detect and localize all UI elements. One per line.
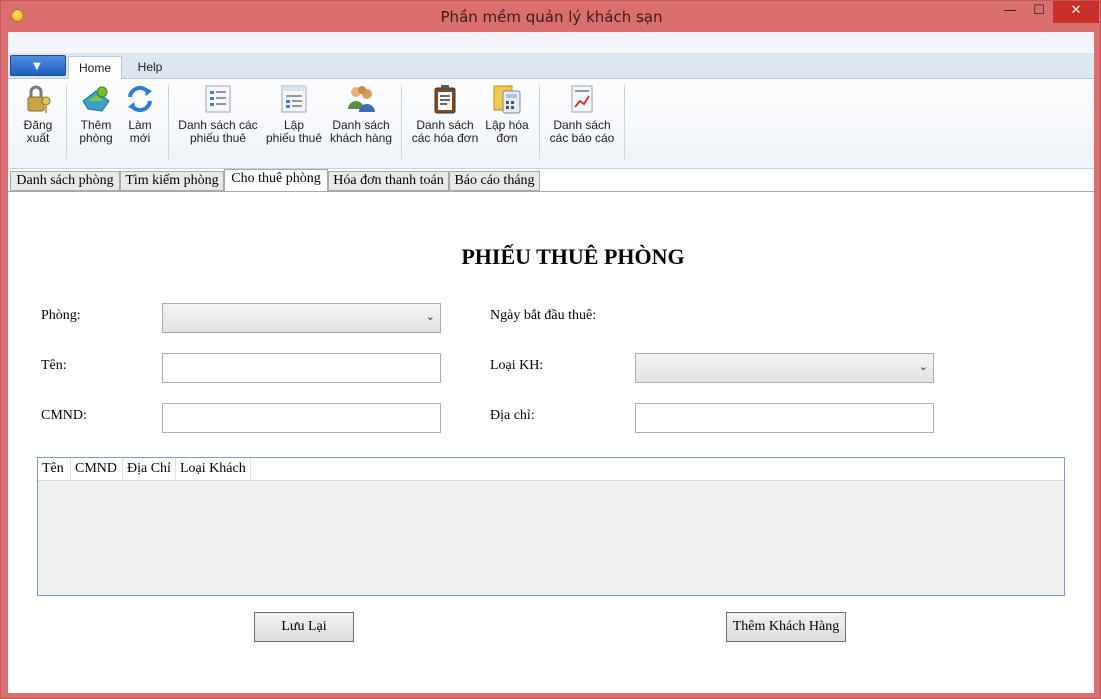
ribbon-separator <box>168 85 169 159</box>
application-menu-button[interactable]: ▼ <box>10 55 66 76</box>
start-date-label: Ngày bắt đầu thuê: <box>490 308 597 323</box>
refresh-icon <box>128 85 152 113</box>
invoice-list-label-2: các hóa đơn <box>411 131 479 145</box>
tab-room-list[interactable]: Danh sách phòng <box>10 171 120 191</box>
calculator-icon <box>493 85 521 114</box>
column-header-name[interactable]: Tên <box>38 458 71 481</box>
invoice-list-label-1: Danh sách <box>416 118 474 132</box>
ribbon-panel: Đăng xuất Thêm phòng Làm mới Danh sách c… <box>8 79 1094 169</box>
customer-list-label-2: khách hàng <box>329 131 393 145</box>
add-customer-button[interactable]: Thêm Khách Hàng <box>726 612 846 642</box>
report-list-label-1: Danh sách <box>553 118 611 132</box>
rental-form-panel: PHIẾU THUÊ PHÒNG Phòng: ⌄ Ngày bắt đầu t… <box>8 191 1094 693</box>
ribbon-tab-home[interactable]: Home <box>68 56 122 79</box>
clipboard-icon <box>434 85 456 114</box>
customer-type-label: Loại KH: <box>490 358 544 373</box>
add-room-button[interactable]: Thêm phòng <box>72 83 120 145</box>
create-invoice-label-1: Lập hóa <box>485 118 529 132</box>
room-label: Phòng: <box>41 308 81 323</box>
add-room-label-2: phòng <box>79 131 113 145</box>
maximize-button[interactable]: ☐ <box>1025 1 1053 23</box>
address-label: Địa chỉ: <box>490 408 535 423</box>
main-tab-bar: Danh sách phòng Tìm kiếm phòng Cho thuê … <box>8 169 1094 192</box>
list-icon <box>205 85 231 113</box>
report-list-button[interactable]: Danh sách các báo cáo <box>546 83 618 145</box>
customer-list-label-1: Danh sách <box>332 118 390 132</box>
name-label: Tên: <box>41 358 67 373</box>
quick-access-toolbar <box>8 32 1094 54</box>
rental-slip-list-button[interactable]: Danh sách các phiếu thuê <box>174 83 262 145</box>
refresh-button[interactable]: Làm mới <box>116 83 164 145</box>
app-window: Phần mềm quản lý khách sạn — ☐ ✕ ▼ Home … <box>0 0 1101 699</box>
rental-slip-list-label-2: phiếu thuê <box>189 131 247 145</box>
name-input[interactable] <box>162 353 441 383</box>
column-header-customer-type[interactable]: Loại Khách <box>176 458 251 481</box>
close-button[interactable]: ✕ <box>1053 1 1099 23</box>
title-bar: Phần mềm quản lý khách sạn — ☐ ✕ <box>1 1 1101 32</box>
tab-payment-invoice[interactable]: Hóa đơn thanh toán <box>328 171 449 191</box>
column-header-id[interactable]: CMND <box>71 458 123 481</box>
room-select[interactable]: ⌄ <box>162 303 441 333</box>
create-rental-slip-label-1: Lập <box>283 118 305 132</box>
address-input[interactable] <box>635 403 934 433</box>
logout-label-1: Đăng <box>23 118 53 132</box>
chevron-down-icon: ⌄ <box>425 310 435 323</box>
customer-grid[interactable]: Tên CMND Địa Chỉ Loại Khách <box>37 457 1065 596</box>
ribbon-tab-help[interactable]: Help <box>126 56 174 79</box>
refresh-label-1: Làm <box>128 118 152 132</box>
invoice-list-button[interactable]: Danh sách các hóa đơn <box>408 83 482 145</box>
logout-label-2: xuất <box>26 131 50 145</box>
minimize-button[interactable]: — <box>995 1 1025 23</box>
tab-room-rental[interactable]: Cho thuê phòng <box>224 169 328 192</box>
ribbon-separator <box>401 85 402 159</box>
chevron-down-icon: ⌄ <box>918 360 928 373</box>
report-icon <box>571 85 593 113</box>
report-list-label-2: các báo cáo <box>549 131 615 145</box>
chevron-down-icon: ▼ <box>33 61 41 72</box>
create-rental-slip-button[interactable]: Lập phiếu thuê <box>262 83 326 145</box>
form-title: PHIẾU THUÊ PHÒNG <box>461 244 685 269</box>
tab-monthly-report[interactable]: Báo cáo tháng <box>449 171 540 191</box>
column-header-address[interactable]: Địa Chỉ <box>123 458 176 481</box>
grid-header: Tên CMND Địa Chỉ Loại Khách <box>38 458 1064 481</box>
id-card-input[interactable] <box>162 403 441 433</box>
ribbon-separator <box>539 85 540 159</box>
form-icon <box>281 85 307 113</box>
add-room-icon <box>82 86 110 112</box>
logout-button[interactable]: Đăng xuất <box>14 83 62 145</box>
window-title: Phần mềm quản lý khách sạn <box>440 8 663 26</box>
rental-slip-list-label-1: Danh sách các <box>178 118 258 132</box>
lock-key-icon <box>27 85 51 113</box>
id-card-label: CMND: <box>41 408 87 423</box>
create-invoice-button[interactable]: Lập hóa đơn <box>482 83 532 145</box>
save-button[interactable]: Lưu Lại <box>254 612 354 642</box>
ribbon-tab-bar: ▼ Home Help <box>8 54 1094 79</box>
tab-room-search[interactable]: Tìm kiếm phòng <box>120 171 224 191</box>
create-rental-slip-label-2: phiếu thuê <box>265 131 323 145</box>
customer-type-select[interactable]: ⌄ <box>635 353 934 383</box>
refresh-label-2: mới <box>129 131 151 145</box>
ribbon-separator <box>624 85 625 159</box>
add-room-label-1: Thêm <box>80 118 112 132</box>
users-icon <box>348 86 375 112</box>
create-invoice-label-2: đơn <box>496 131 518 145</box>
customer-list-button[interactable]: Danh sách khách hàng <box>326 83 396 145</box>
ribbon-separator <box>66 85 67 159</box>
